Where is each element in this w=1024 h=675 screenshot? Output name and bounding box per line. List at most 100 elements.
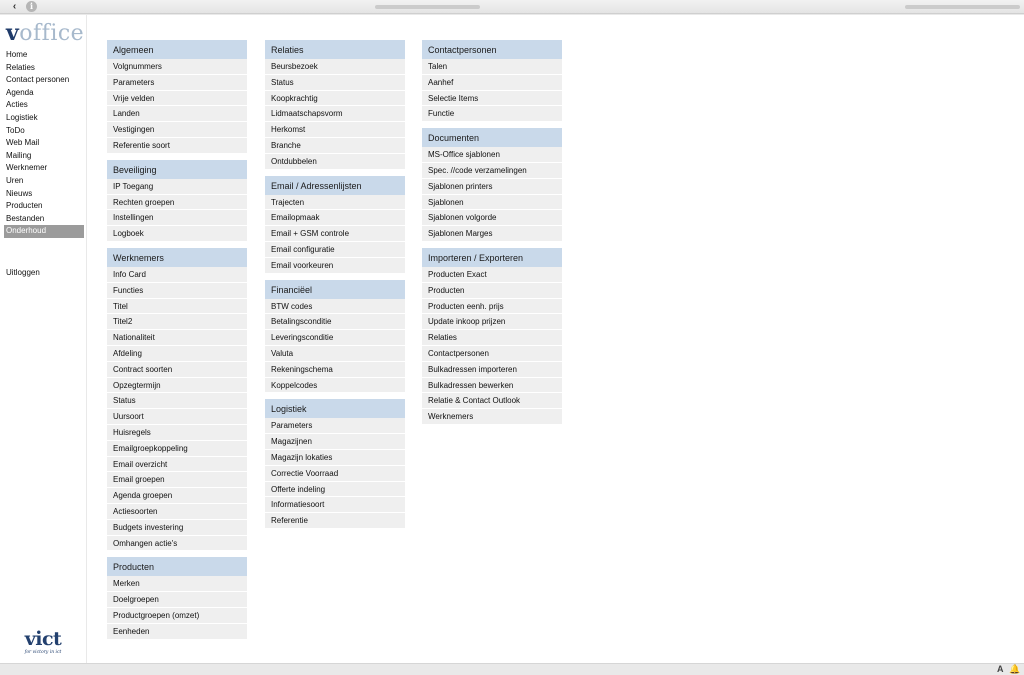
sidebar-item-werknemer[interactable]: Werknemer — [4, 162, 84, 175]
panel-link[interactable]: Logboek — [107, 226, 247, 242]
panel-link[interactable]: Volgnummers — [107, 59, 247, 75]
panel-link[interactable]: Titel2 — [107, 314, 247, 331]
panel-link[interactable]: Werknemers — [422, 409, 562, 425]
panel-link[interactable]: Branche — [265, 137, 405, 154]
panel-link[interactable]: Titel — [107, 298, 247, 315]
panel-link[interactable]: Relaties — [422, 330, 562, 346]
panel-link[interactable]: Herkomst — [265, 122, 405, 138]
panel-link[interactable]: Functies — [107, 282, 247, 299]
panel-link[interactable]: Merken — [107, 576, 247, 593]
panel-link[interactable]: Status — [265, 74, 405, 91]
sidebar-item-todo[interactable]: ToDo — [4, 125, 84, 138]
panel-link[interactable]: Email groepen — [107, 472, 247, 489]
panel-link[interactable]: MS-Office sjablonen — [422, 147, 562, 163]
panel-link[interactable]: Koppelcodes — [265, 377, 405, 394]
panel-link[interactable]: Referentie — [265, 513, 405, 529]
panel-link[interactable]: Afdeling — [107, 345, 247, 362]
sidebar-item-web-mail[interactable]: Web Mail — [4, 137, 84, 150]
panel-link[interactable]: Selectie Items — [422, 90, 562, 107]
panel-link[interactable]: Valuta — [265, 345, 405, 362]
panel-link[interactable]: Budgets investering — [107, 519, 247, 536]
panel-link[interactable]: Info Card — [107, 266, 247, 283]
sidebar-item-logistiek[interactable]: Logistiek — [4, 112, 84, 125]
sidebar-item-bestanden[interactable]: Bestanden — [4, 213, 84, 226]
sidebar-item-acties[interactable]: Acties — [4, 99, 84, 112]
panel-link[interactable]: Informatiesoort — [265, 497, 405, 514]
panel-link[interactable]: IP Toegang — [107, 178, 247, 195]
panel-link[interactable]: Update inkoop prijzen — [422, 314, 562, 331]
panel-link[interactable]: Actiesoorten — [107, 503, 247, 520]
sidebar-item-producten[interactable]: Producten — [4, 200, 84, 213]
panel-link[interactable]: Beursbezoek — [265, 59, 405, 75]
panel-link[interactable]: Sjablonen Marges — [422, 226, 562, 242]
panel-link[interactable]: Email voorkeuren — [265, 257, 405, 274]
panel-link[interactable]: Instellingen — [107, 210, 247, 227]
panel-link[interactable]: Omhangen actie's — [107, 535, 247, 552]
logout-link[interactable]: Uitloggen — [4, 267, 84, 280]
panel-link[interactable]: Contactpersonen — [422, 345, 562, 362]
chevron-left-icon[interactable]: ‹ — [8, 1, 21, 12]
panel-link[interactable]: Spec. //code verzamelingen — [422, 162, 562, 179]
panel-link[interactable]: Vestigingen — [107, 122, 247, 138]
panel-header: Werknemers — [107, 247, 247, 267]
panel-link[interactable]: Emailgroepkoppeling — [107, 440, 247, 457]
panel-link[interactable]: Uursoort — [107, 409, 247, 425]
panel-link[interactable]: Koopkrachtig — [265, 90, 405, 107]
panel-link[interactable]: Producten — [422, 282, 562, 299]
panel-link[interactable]: Betalingsconditie — [265, 314, 405, 331]
font-size-icon[interactable]: A — [997, 664, 1004, 674]
panel-link[interactable]: Bulkadressen importeren — [422, 361, 562, 378]
panel-link[interactable]: Vrije velden — [107, 90, 247, 107]
panel-link[interactable]: Email overzicht — [107, 456, 247, 473]
panel-link[interactable]: Rekeningschema — [265, 361, 405, 378]
panel-link[interactable]: Huisregels — [107, 424, 247, 441]
panel-link[interactable]: Producten eenh. prijs — [422, 298, 562, 315]
panel-link[interactable]: Bulkadressen bewerken — [422, 377, 562, 394]
panel-link[interactable]: Lidmaatschapsvorm — [265, 106, 405, 123]
panel-link[interactable]: Aanhef — [422, 74, 562, 91]
panel-link[interactable]: Trajecten — [265, 194, 405, 211]
panel-link[interactable]: Emailopmaak — [265, 210, 405, 227]
panel-link[interactable]: Agenda groepen — [107, 488, 247, 504]
panel-link[interactable]: Status — [107, 393, 247, 410]
info-icon[interactable]: i — [26, 1, 37, 12]
panel-link[interactable]: Sjablonen — [422, 194, 562, 211]
panel-link[interactable]: Correctie Voorraad — [265, 465, 405, 482]
panel-link[interactable]: Landen — [107, 106, 247, 123]
panel-link[interactable]: Talen — [422, 59, 562, 75]
panel-link[interactable]: Parameters — [107, 74, 247, 91]
sidebar-item-relaties[interactable]: Relaties — [4, 62, 84, 75]
panel-link[interactable]: Producten Exact — [422, 266, 562, 283]
sidebar-item-home[interactable]: Home — [4, 49, 84, 62]
panel-link[interactable]: Ontdubbelen — [265, 153, 405, 170]
panel-link[interactable]: Nationaliteit — [107, 330, 247, 346]
panel-link[interactable]: Functie — [422, 106, 562, 123]
panel-link[interactable]: BTW codes — [265, 298, 405, 315]
voffice-logo[interactable]: voffice — [6, 21, 84, 46]
panel-link[interactable]: Offerte indeling — [265, 481, 405, 498]
panel-link[interactable]: Opzegtermijn — [107, 377, 247, 394]
panel-link[interactable]: Referentie soort — [107, 137, 247, 154]
sidebar-item-contact-personen[interactable]: Contact personen — [4, 74, 84, 87]
panel-link[interactable]: Email configuratie — [265, 241, 405, 258]
panel-link[interactable]: Magazijn lokaties — [265, 449, 405, 466]
sidebar-item-uren[interactable]: Uren — [4, 175, 84, 188]
sidebar-item-mailing[interactable]: Mailing — [4, 150, 84, 163]
sidebar-item-onderhoud[interactable]: Onderhoud — [4, 225, 84, 238]
panel-link[interactable]: Doelgroepen — [107, 592, 247, 608]
panel-link[interactable]: Productgroepen (omzet) — [107, 607, 247, 624]
panel-link[interactable]: Sjablonen volgorde — [422, 210, 562, 227]
panel-link[interactable]: Eenheden — [107, 623, 247, 640]
panel-link[interactable]: Leveringsconditie — [265, 330, 405, 346]
panel-link[interactable]: Magazijnen — [265, 434, 405, 450]
panel-link[interactable]: Parameters — [265, 418, 405, 435]
panel-link[interactable]: Rechten groepen — [107, 194, 247, 211]
sidebar-item-agenda[interactable]: Agenda — [4, 87, 84, 100]
bell-icon[interactable]: 🔔 — [1009, 664, 1020, 675]
panel-importeren-exporteren: Importeren / Exporteren Producten Exact Pr… — [422, 247, 562, 425]
sidebar-item-nieuws[interactable]: Nieuws — [4, 188, 84, 201]
panel-link[interactable]: Contract soorten — [107, 361, 247, 378]
panel-link[interactable]: Email + GSM controle — [265, 226, 405, 242]
panel-link[interactable]: Sjablonen printers — [422, 178, 562, 195]
panel-link[interactable]: Relatie & Contact Outlook — [422, 393, 562, 410]
